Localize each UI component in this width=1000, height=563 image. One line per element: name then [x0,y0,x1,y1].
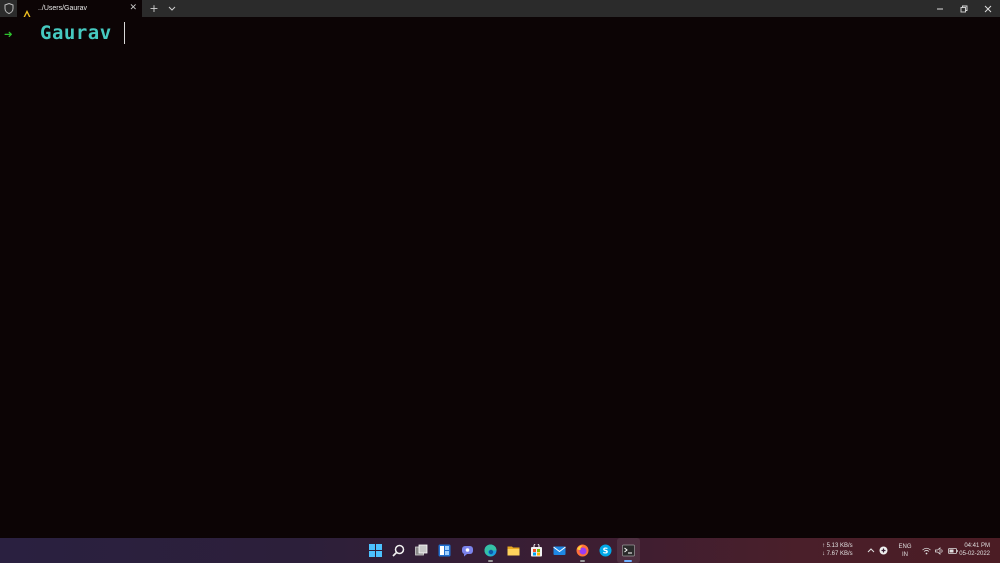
widgets-icon[interactable] [433,538,456,563]
restore-button[interactable] [952,0,976,17]
taskbar-apps: S [364,538,640,563]
drag-region[interactable] [180,0,928,17]
system-tray: ENG IN [864,538,959,563]
clock-time: 04:41 PM [964,543,990,549]
close-window-button[interactable] [976,0,1000,17]
app-tray-icon[interactable] [877,538,890,563]
firefox-icon[interactable] [571,538,594,563]
prompt-directory: Gaurav [40,22,112,44]
tab-terminal[interactable]: ../Users/Gaurav ✕ [17,0,142,18]
task-view-icon[interactable] [410,538,433,563]
new-tab-button[interactable]: + [144,0,164,17]
title-bar: ../Users/Gaurav ✕ + [0,0,1000,18]
mail-icon[interactable] [548,538,571,563]
svg-text:S: S [603,547,609,556]
volume-icon[interactable] [933,538,946,563]
start-icon[interactable] [364,538,387,563]
chevron-down-icon[interactable] [164,0,180,17]
running-indicator [488,560,493,562]
triangle-icon [22,4,32,18]
close-tab-button[interactable]: ✕ [129,3,137,13]
taskbar: S ↑ 5.13 KB/s ↓ 7.67 KB/s ENG IN 04:41 P… [0,538,1000,563]
prompt-arrow: ➜ [4,27,13,43]
text-cursor [124,22,125,44]
download-speed: ↓ 7.67 KB/s [822,551,853,557]
edge-icon[interactable] [479,538,502,563]
chat-icon[interactable] [456,538,479,563]
store-icon[interactable] [525,538,548,563]
network-speed[interactable]: ↑ 5.13 KB/s ↓ 7.67 KB/s [822,542,853,558]
terminal-icon[interactable] [617,538,640,563]
language-code: ENG [898,543,912,550]
region-code: IN [902,551,908,558]
skype-icon[interactable]: S [594,538,617,563]
tab-title: ../Users/Gaurav [38,5,88,12]
file-explorer-icon[interactable] [502,538,525,563]
terminal-pane[interactable]: ➜ Gaurav [0,17,1000,538]
wifi-icon[interactable] [920,538,933,563]
shield-icon[interactable] [0,0,17,17]
clock-date: 05-02-2022 [959,551,990,557]
running-indicator [624,560,632,562]
minimize-button[interactable] [928,0,952,17]
battery-icon[interactable] [946,538,959,563]
search-icon[interactable] [387,538,410,563]
chevron-up-icon[interactable] [864,538,877,563]
language-indicator[interactable]: ENG IN [894,543,916,559]
running-indicator [580,560,585,562]
upload-speed: ↑ 5.13 KB/s [822,543,853,549]
clock[interactable]: 04:41 PM 05-02-2022 [959,542,990,558]
